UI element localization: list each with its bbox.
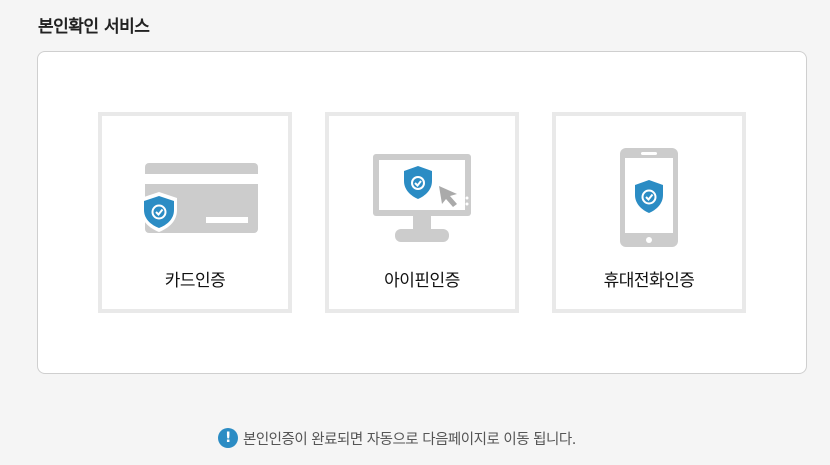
mobile-phone-shield-icon (620, 148, 678, 247)
card-verification-option[interactable]: 카드인증 (98, 112, 292, 313)
page-title: 본인확인 서비스 (38, 17, 150, 37)
identity-verification-page: 본인확인 서비스 카드인증 아이핀인증 휴대전화인증 ! 본인인증이 완료되면 … (0, 0, 830, 465)
mobile-verification-option[interactable]: 휴대전화인증 (552, 112, 746, 313)
credit-card-shield-icon (141, 163, 258, 233)
verification-options-panel: 카드인증 아이핀인증 휴대전화인증 (37, 51, 807, 374)
exclamation-circle-icon: ! (218, 428, 238, 448)
completion-notice: ! 본인인증이 완료되면 자동으로 다음페이지로 이동 됩니다. (218, 427, 576, 449)
ipin-verification-label: 아이핀인증 (384, 271, 460, 291)
ipin-verification-option[interactable]: 아이핀인증 (325, 112, 519, 313)
monitor-shield-cursor-icon (373, 154, 471, 242)
notice-text: 본인인증이 완료되면 자동으로 다음페이지로 이동 됩니다. (243, 431, 576, 448)
mobile-verification-label: 휴대전화인증 (603, 271, 695, 291)
card-verification-label: 카드인증 (164, 271, 226, 291)
